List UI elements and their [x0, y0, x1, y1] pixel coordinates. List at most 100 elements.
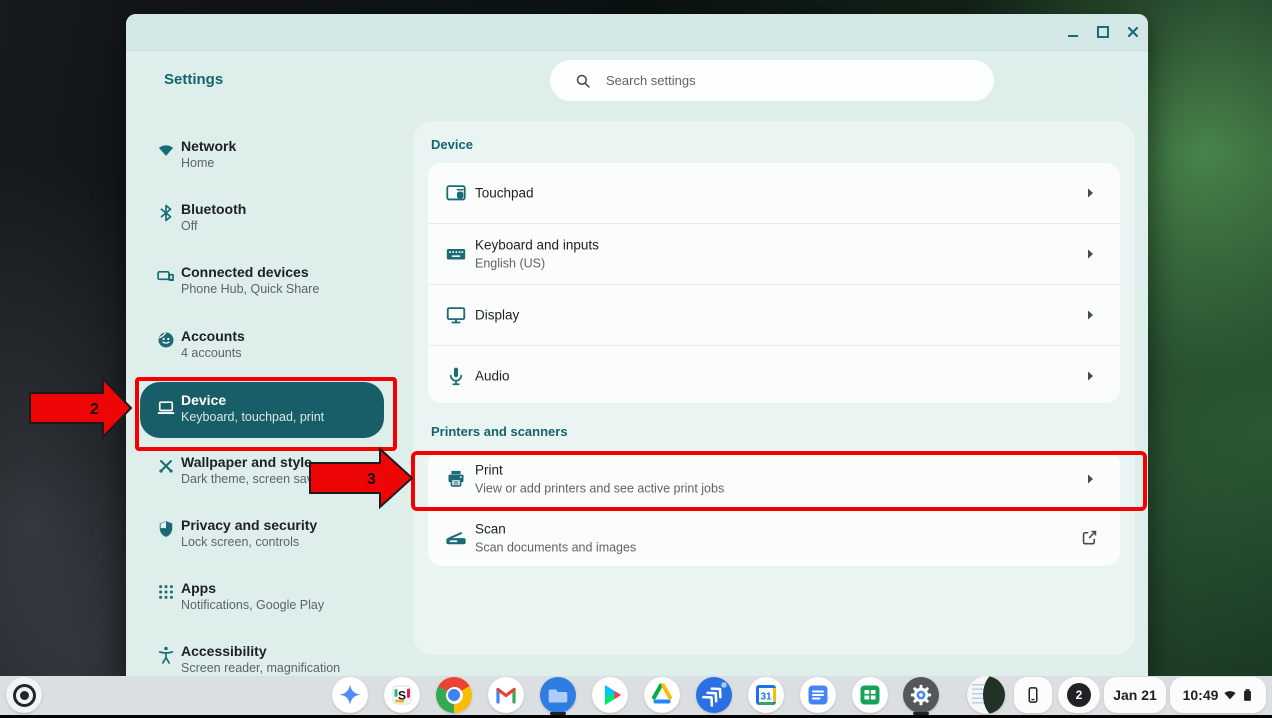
- accounts-icon: [156, 330, 176, 350]
- sidebar-item-sublabel: Notifications, Google Play: [181, 597, 384, 614]
- time-label: 10:49: [1183, 687, 1219, 703]
- sidebar-item-privacy[interactable]: Privacy and security Lock screen, contro…: [140, 516, 384, 560]
- keyboard-icon: [445, 243, 467, 265]
- files-icon: [540, 677, 576, 713]
- sidebar-item-label: Bluetooth: [181, 200, 384, 218]
- row-sublabel: View or add printers and see active prin…: [475, 481, 724, 497]
- titlebar[interactable]: [126, 14, 1148, 51]
- search-input[interactable]: Search settings: [550, 60, 994, 101]
- sidebar-item-label: Wallpaper and style: [181, 453, 384, 471]
- sidebar-item-sublabel: Keyboard, touchpad, print: [181, 409, 384, 426]
- apps-icon: [156, 582, 176, 602]
- docs-icon: [800, 677, 836, 713]
- printer-icon: [445, 468, 467, 490]
- settings-content-panel: Device Touchpad Keyboard and inputs Engl…: [413, 121, 1135, 655]
- date-button[interactable]: Jan 21: [1104, 677, 1166, 713]
- shelf-app-sheets[interactable]: [852, 677, 888, 713]
- row-touchpad[interactable]: Touchpad: [428, 163, 1120, 224]
- connected-devices-icon: [156, 266, 176, 286]
- shelf-app-calendar[interactable]: 31: [748, 677, 784, 713]
- sidebar-item-label: Device: [181, 391, 384, 409]
- laptop-icon: [156, 398, 176, 418]
- wifi-icon: [1223, 688, 1237, 702]
- shelf-app-drive[interactable]: [644, 677, 680, 713]
- svg-text:S: S: [398, 689, 406, 703]
- phone-hub-button[interactable]: [1014, 677, 1052, 713]
- row-print[interactable]: Print View or add printers and see activ…: [428, 450, 1120, 509]
- gmail-icon: [488, 677, 524, 713]
- shelf-app-chrome[interactable]: [436, 677, 472, 713]
- shelf-app-gmail[interactable]: [488, 677, 524, 713]
- row-label: Display: [475, 307, 519, 324]
- sidebar-item-label: Accessibility: [181, 642, 384, 660]
- chrome-icon: [446, 687, 463, 704]
- row-label: Keyboard and inputs: [475, 237, 599, 254]
- launcher-button[interactable]: [6, 677, 42, 713]
- sidebar-item-accounts[interactable]: Accounts 4 accounts: [140, 327, 384, 371]
- sidebar-item-network[interactable]: Network Home: [140, 137, 384, 181]
- window-preview-thumbnail[interactable]: [967, 676, 1005, 714]
- shelf-app-s[interactable]: S: [384, 677, 420, 713]
- settings-window: Settings Search settings Network Home Bl…: [126, 14, 1148, 676]
- sidebar-item-label: Privacy and security: [181, 516, 384, 534]
- minimize-button[interactable]: [1061, 20, 1085, 44]
- row-audio[interactable]: Audio: [428, 346, 1120, 403]
- external-link-icon: [1080, 528, 1100, 548]
- sidebar-item-accessibility[interactable]: Accessibility Screen reader, magnificati…: [140, 642, 384, 676]
- sidebar-item-sublabel: Home: [181, 155, 384, 172]
- sidebar-item-apps[interactable]: Apps Notifications, Google Play: [140, 579, 384, 623]
- phone-icon: [1023, 685, 1043, 705]
- row-display[interactable]: Display: [428, 285, 1120, 346]
- wifi-icon: [156, 140, 176, 160]
- thumbnail-wallpaper-crescent: [983, 676, 1005, 714]
- accessibility-icon: [156, 645, 176, 665]
- sidebar-item-sublabel: Phone Hub, Quick Share: [181, 281, 384, 298]
- chevron-right-icon: [1080, 183, 1100, 203]
- device-settings-card: Touchpad Keyboard and inputs English (US…: [428, 163, 1120, 403]
- notification-count-badge: 2: [1067, 683, 1091, 707]
- shelf-app-docs[interactable]: [800, 677, 836, 713]
- sidebar-item-wallpaper[interactable]: Wallpaper and style Dark theme, screen s…: [140, 453, 384, 497]
- shelf-app-settings[interactable]: [903, 677, 939, 713]
- date-label: Jan 21: [1113, 687, 1157, 703]
- row-sublabel: English (US): [475, 256, 599, 272]
- s-app-icon: S: [384, 677, 420, 713]
- shelf-app-files[interactable]: [540, 677, 576, 713]
- shelf-app-play-store[interactable]: [592, 677, 628, 713]
- battery-icon: [1242, 687, 1253, 703]
- sidebar-item-bluetooth[interactable]: Bluetooth Off: [140, 200, 384, 244]
- sidebar-item-connected-devices[interactable]: Connected devices Phone Hub, Quick Share: [140, 263, 384, 307]
- shelf-app-assistant[interactable]: [332, 677, 368, 713]
- bluetooth-icon: [156, 203, 176, 223]
- search-icon: [574, 72, 592, 90]
- close-button[interactable]: [1121, 20, 1145, 44]
- sheets-icon: [852, 677, 888, 713]
- touchpad-icon: [445, 182, 467, 204]
- row-keyboard-inputs[interactable]: Keyboard and inputs English (US): [428, 224, 1120, 285]
- launcher-icon: [13, 684, 36, 707]
- shelf: S 31: [0, 676, 1272, 715]
- search-placeholder: Search settings: [606, 73, 696, 88]
- notification-counter[interactable]: 2: [1058, 677, 1100, 713]
- row-label: Audio: [475, 368, 510, 385]
- page-title: Settings: [164, 71, 223, 88]
- chevron-right-icon: [1080, 469, 1100, 489]
- assistant-icon: [332, 677, 368, 713]
- maximize-icon: [1096, 25, 1110, 39]
- chevron-right-icon: [1080, 305, 1100, 325]
- sidebar-item-device[interactable]: Device Keyboard, touchpad, print: [140, 382, 384, 438]
- calendar-icon: 31: [748, 677, 784, 713]
- row-scan[interactable]: Scan Scan documents and images: [428, 509, 1120, 566]
- row-label: Scan: [475, 521, 636, 538]
- play-store-icon: [592, 677, 628, 713]
- system-tray[interactable]: 10:49: [1170, 677, 1266, 713]
- row-sublabel: Scan documents and images: [475, 540, 636, 556]
- maximize-button[interactable]: [1091, 20, 1115, 44]
- sidebar-item-sublabel: 4 accounts: [181, 345, 384, 362]
- sidebar-item-label: Network: [181, 137, 384, 155]
- display-icon: [445, 304, 467, 326]
- sidebar-item-label: Accounts: [181, 327, 384, 345]
- section-header-device: Device: [431, 137, 473, 152]
- chevron-right-icon: [1080, 366, 1100, 386]
- shelf-app-screencast[interactable]: [696, 677, 732, 713]
